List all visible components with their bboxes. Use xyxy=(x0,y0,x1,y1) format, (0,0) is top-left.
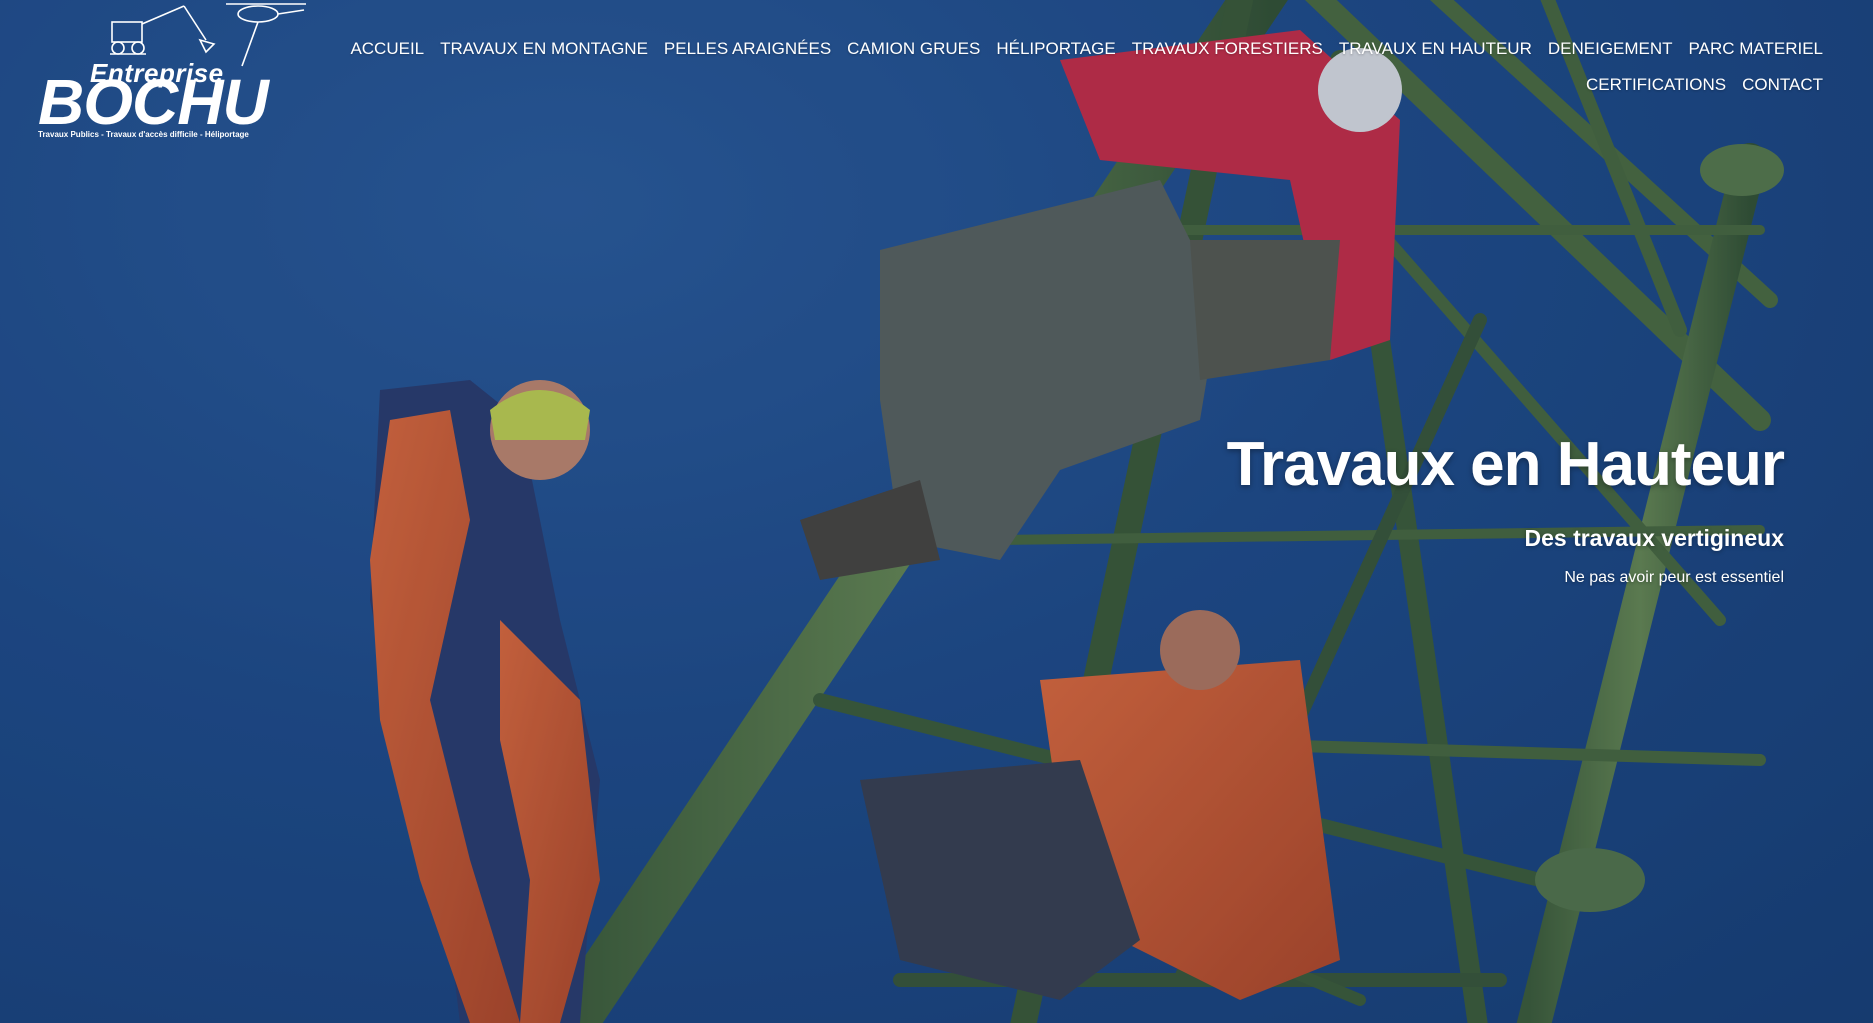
nav-item-deneigement[interactable]: DENEIGEMENT xyxy=(1548,38,1673,60)
nav-item-travaux-en-hauteur[interactable]: TRAVAUX EN HAUTEUR xyxy=(1339,38,1532,60)
nav-item-certifications[interactable]: CERTIFICATIONS xyxy=(1586,74,1726,96)
hero-subtitle: Des travaux vertigineux xyxy=(1524,525,1784,551)
hero-text-block: Travaux en Hauteur Des travaux vertigine… xyxy=(1226,425,1785,589)
nav-item-heliportage[interactable]: HÉLIPORTAGE xyxy=(996,38,1115,60)
logo-brand-main: BOCHU xyxy=(38,66,269,138)
main-navigation: ACCUEIL TRAVAUX EN MONTAGNE PELLES ARAIG… xyxy=(283,38,1823,96)
nav-item-travaux-forestiers[interactable]: TRAVAUX FORESTIERS xyxy=(1132,38,1323,60)
hero-tagline: Ne pas avoir peur est essentiel xyxy=(1564,569,1784,586)
nav-item-travaux-en-montagne[interactable]: TRAVAUX EN MONTAGNE xyxy=(440,38,648,60)
nav-item-parc-materiel[interactable]: PARC MATERIEL xyxy=(1689,38,1823,60)
nav-item-pelles-araignees[interactable]: PELLES ARAIGNÉES xyxy=(664,38,831,60)
nav-item-camion-grues[interactable]: CAMION GRUES xyxy=(847,38,980,60)
nav-item-accueil[interactable]: ACCUEIL xyxy=(350,38,424,60)
logo-tagline: Travaux Publics - Travaux d'accès diffic… xyxy=(38,130,249,139)
site-logo[interactable]: Entreprise BOCHU Travaux Publics - Trava… xyxy=(36,0,306,145)
nav-item-contact[interactable]: CONTACT xyxy=(1742,74,1823,96)
hero-title: Travaux en Hauteur xyxy=(1226,430,1785,499)
